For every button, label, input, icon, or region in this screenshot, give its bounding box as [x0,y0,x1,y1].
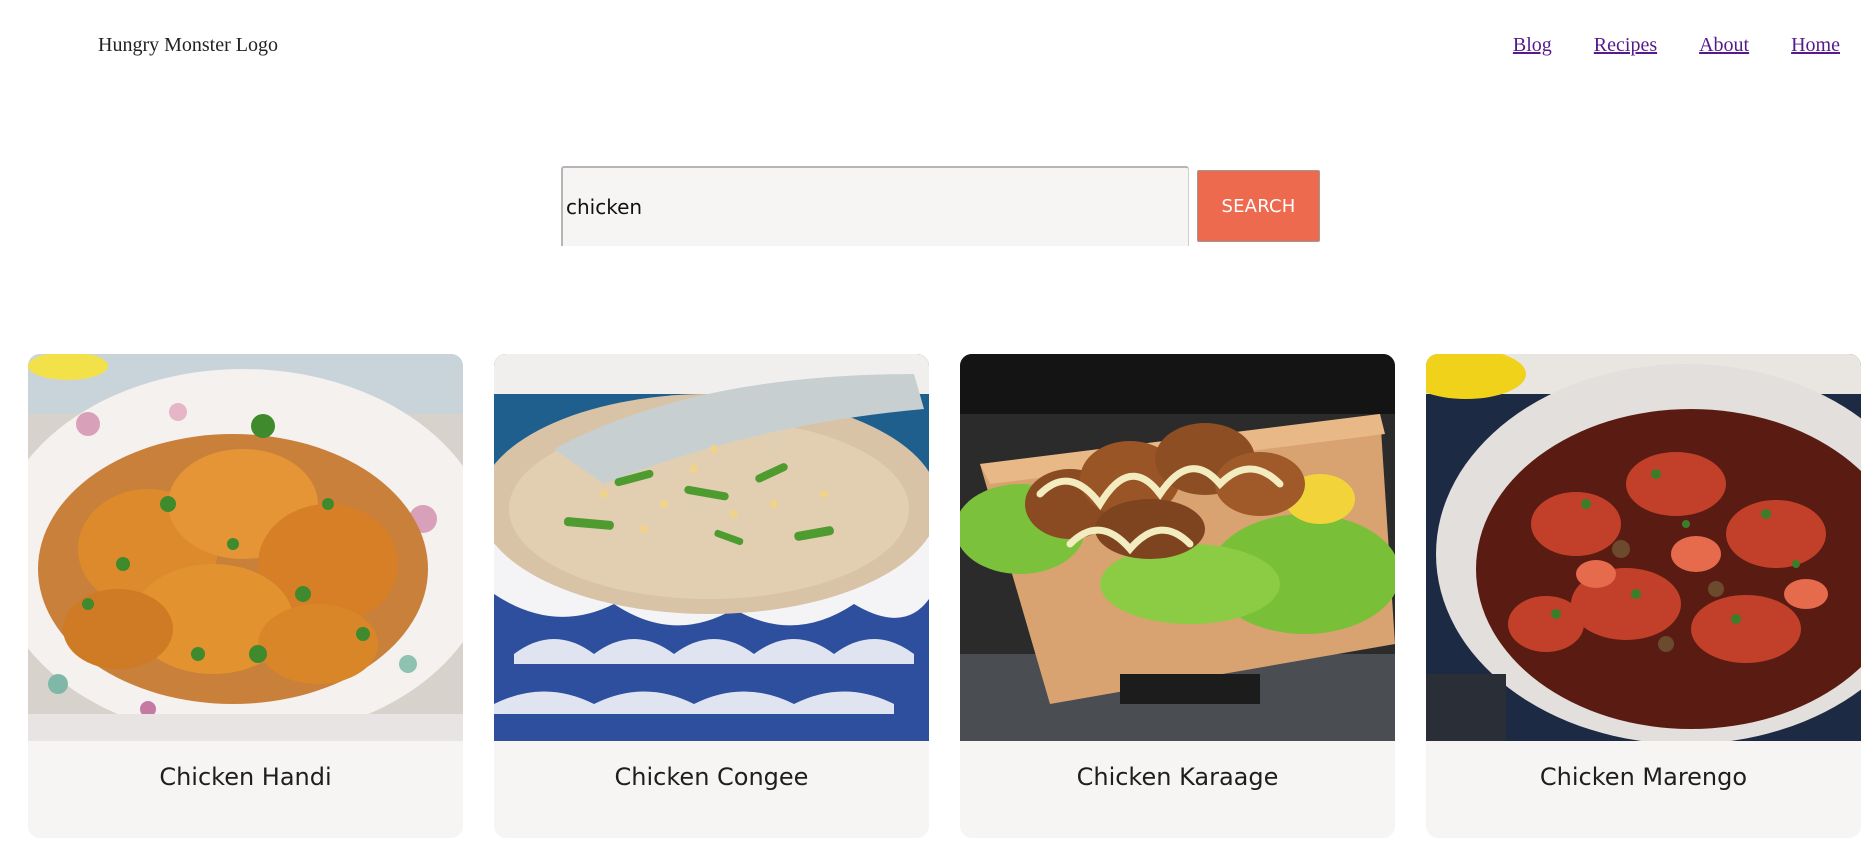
recipe-title: Chicken Marengo [1539,763,1748,791]
recipe-card-chicken-karaage[interactable]: Chicken Karaage [960,354,1395,838]
nav-link-home[interactable]: Home [1791,34,1840,57]
search-button[interactable]: SEARCH [1197,170,1320,242]
recipe-image-chicken-congee [494,354,929,741]
recipe-title: Chicken Karaage [1076,763,1279,791]
recipe-title: Chicken Congee [614,763,809,791]
recipe-title: Chicken Handi [159,763,332,791]
search-input[interactable] [561,166,1189,246]
nav-link-recipes[interactable]: Recipes [1594,34,1657,57]
recipe-card-chicken-congee[interactable]: Chicken Congee [494,354,929,838]
site-logo: Hungry Monster Logo [98,34,278,56]
nav-link-blog[interactable]: Blog [1513,34,1552,57]
nav-link-about[interactable]: About [1699,34,1749,57]
recipe-image-chicken-handi [28,354,463,741]
recipe-image-chicken-marengo [1426,354,1861,741]
search-bar: SEARCH [561,166,1320,246]
recipe-card-chicken-marengo[interactable]: Chicken Marengo [1426,354,1861,838]
main-nav: Blog Recipes About Home [1513,34,1840,57]
recipe-results: Chicken Handi Chicken Congee Chicken Kar… [28,354,1861,838]
recipe-image-chicken-karaage [960,354,1395,741]
recipe-card-chicken-handi[interactable]: Chicken Handi [28,354,463,838]
